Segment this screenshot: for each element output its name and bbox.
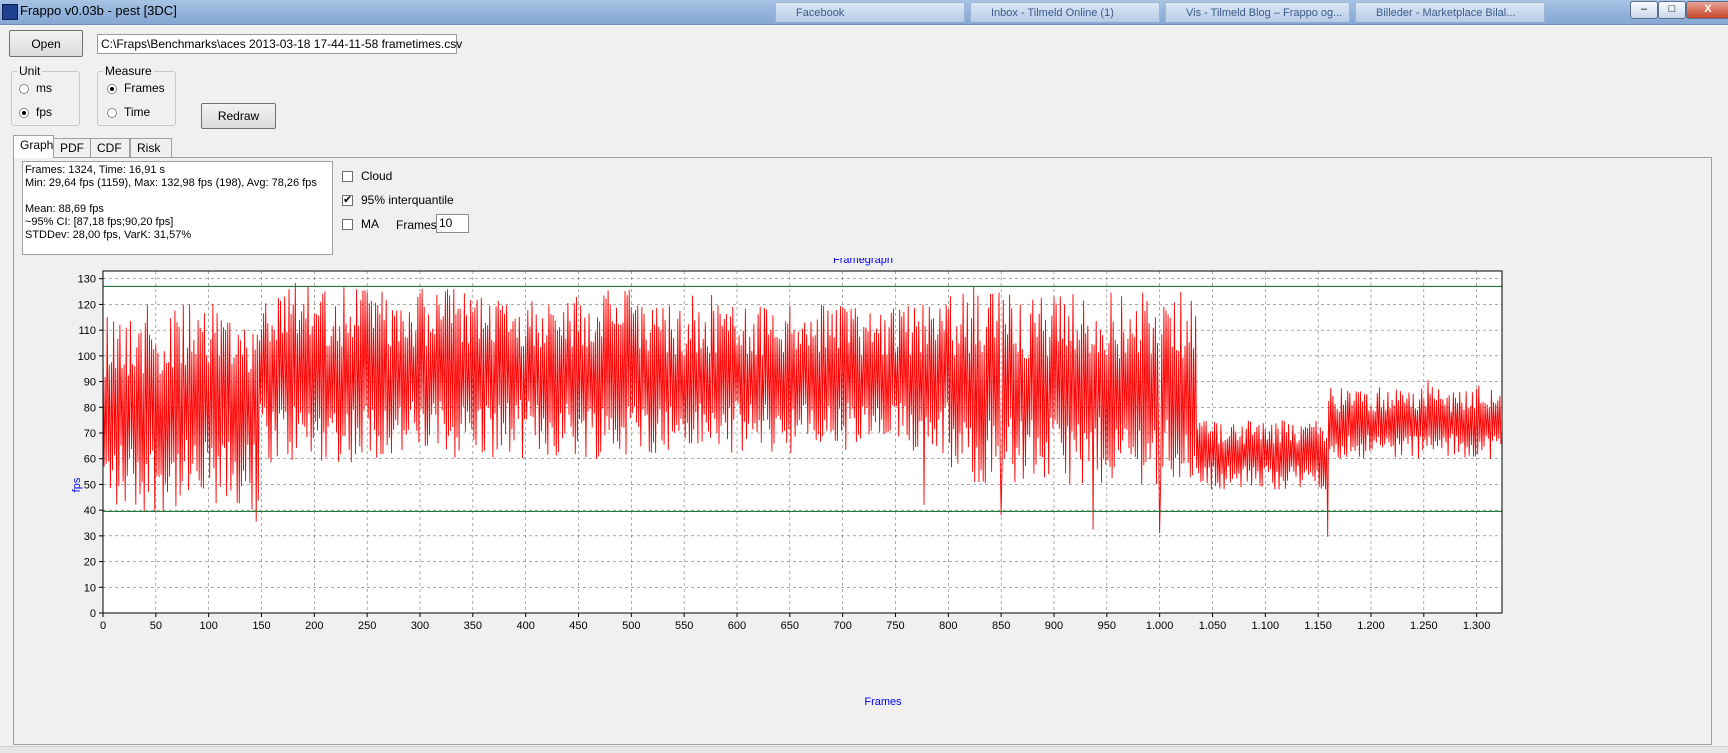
y-tick-label: 10 xyxy=(84,582,96,594)
unit-radio-ms[interactable]: ms xyxy=(19,81,52,95)
frames-label: Frames: xyxy=(396,218,441,232)
unit-fps-radio-icon[interactable] xyxy=(19,108,29,118)
measure-radio-time[interactable]: Time xyxy=(107,105,150,119)
x-tick-label: 650 xyxy=(781,620,799,632)
measure-frames-radio-icon[interactable] xyxy=(107,84,117,94)
background-tab-1[interactable]: Facebook xyxy=(775,2,965,22)
y-tick-label: 90 xyxy=(84,377,96,389)
stats-line-stddev: STDDev: 28,00 fps, VarK: 31,57% xyxy=(25,229,192,241)
x-tick-label: 1.000 xyxy=(1146,620,1174,632)
unit-ms-label: ms xyxy=(36,81,52,95)
background-tab-2[interactable]: Inbox - Tilmeld Online (1) xyxy=(970,2,1160,22)
x-tick-label: 850 xyxy=(992,620,1010,632)
y-tick-label: 120 xyxy=(78,299,96,311)
x-tick-label: 50 xyxy=(150,620,162,632)
x-tick-label: 750 xyxy=(886,620,904,632)
stats-line-mean: Mean: 88,69 fps xyxy=(25,203,104,215)
app-icon xyxy=(2,4,18,20)
tab-pdf[interactable]: PDF xyxy=(53,138,91,157)
y-tick-label: 110 xyxy=(78,325,96,337)
y-axis-label: fps xyxy=(71,477,83,492)
measure-time-radio-icon[interactable] xyxy=(107,108,117,118)
x-tick-label: 150 xyxy=(252,620,270,632)
x-tick-label: 1.100 xyxy=(1252,620,1280,632)
redraw-button[interactable]: Redraw xyxy=(201,103,276,129)
measure-frames-label: Frames xyxy=(124,81,165,95)
cloud-label: Cloud xyxy=(361,169,393,183)
window-title: Frappo v0.03b - pest [3DC] xyxy=(20,3,177,18)
stats-line-frames-time: Frames: 1324, Time: 16,91 s xyxy=(25,164,166,176)
y-tick-label: 30 xyxy=(84,531,96,543)
y-tick-label: 70 xyxy=(84,428,96,440)
x-tick-label: 250 xyxy=(358,620,376,632)
stats-line-ci: ~95% CI: [87,18 fps;90,20 fps] xyxy=(25,216,174,228)
chart-title: Framegraph xyxy=(833,258,893,266)
y-tick-label: 40 xyxy=(84,505,96,517)
ma-checkbox-icon[interactable] xyxy=(342,219,353,230)
cloud-checkbox[interactable]: Cloud xyxy=(342,169,392,183)
unit-radio-fps[interactable]: fps xyxy=(19,105,52,119)
stats-line-min-max-avg: Min: 29,64 fps (1159), Max: 132,98 fps (… xyxy=(25,177,317,189)
x-tick-label: 450 xyxy=(569,620,587,632)
ma-checkbox[interactable]: MA xyxy=(342,217,379,231)
statistics-box: Frames: 1324, Time: 16,91 s Min: 29,64 f… xyxy=(22,161,333,255)
x-tick-label: 800 xyxy=(939,620,957,632)
x-tick-label: 100 xyxy=(199,620,217,632)
title-bar: Frappo v0.03b - pest [3DC] Facebook Inbo… xyxy=(0,0,1728,25)
background-tab-4[interactable]: Billeder - Marketplace Bilal... xyxy=(1355,2,1545,22)
tab-graph[interactable]: Graph xyxy=(13,135,54,158)
unit-ms-radio-icon[interactable] xyxy=(19,84,29,94)
x-tick-label: 600 xyxy=(728,620,746,632)
interquantile-checkbox-icon[interactable] xyxy=(342,193,353,206)
x-tick-label: 500 xyxy=(622,620,640,632)
unit-fps-label: fps xyxy=(36,105,53,119)
x-tick-label: 200 xyxy=(305,620,323,632)
x-tick-label: 950 xyxy=(1098,620,1116,632)
x-tick-label: 1.250 xyxy=(1410,620,1438,632)
minimize-button[interactable]: – xyxy=(1630,1,1658,19)
file-path-field[interactable]: C:\Fraps\Benchmarks\aces 2013-03-18 17-4… xyxy=(97,34,462,54)
x-tick-label: 300 xyxy=(411,620,429,632)
ma-label: MA xyxy=(361,217,379,231)
x-tick-label: 900 xyxy=(1045,620,1063,632)
x-tick-label: 1.200 xyxy=(1357,620,1385,632)
x-tick-label: 700 xyxy=(833,620,851,632)
close-button[interactable]: X xyxy=(1686,1,1728,19)
x-tick-label: 400 xyxy=(516,620,534,632)
open-button[interactable]: Open xyxy=(9,30,83,57)
y-tick-label: 0 xyxy=(90,608,96,620)
x-tick-label: 0 xyxy=(100,620,106,632)
cloud-checkbox-icon[interactable] xyxy=(342,171,353,182)
x-tick-label: 1.150 xyxy=(1304,620,1332,632)
measure-group-title: Measure xyxy=(103,64,154,78)
y-tick-label: 80 xyxy=(84,402,96,414)
x-tick-label: 1.050 xyxy=(1199,620,1227,632)
tab-risk[interactable]: Risk xyxy=(130,138,172,157)
background-tab-3[interactable]: Vis - Tilmeld Blog – Frappo og... xyxy=(1165,2,1350,22)
x-tick-label: 350 xyxy=(464,620,482,632)
interquantile-checkbox[interactable]: 95% interquantile xyxy=(342,193,454,207)
unit-group-title: Unit xyxy=(17,64,43,78)
y-tick-label: 50 xyxy=(84,479,96,491)
maximize-button[interactable]: □ xyxy=(1658,1,1686,19)
x-tick-label: 550 xyxy=(675,620,693,632)
x-tick-label: 1.300 xyxy=(1463,620,1491,632)
measure-radio-frames[interactable]: Frames xyxy=(107,81,165,95)
x-axis-label: Frames xyxy=(864,696,902,708)
interquantile-label: 95% interquantile xyxy=(361,193,454,207)
y-tick-label: 20 xyxy=(84,557,96,569)
y-tick-label: 100 xyxy=(78,351,96,363)
ma-frames-input[interactable]: 10 xyxy=(436,214,469,233)
framegraph-chart: Framegraph Frames fps 0 10 20 30 40 50 60 70 80 9… xyxy=(23,258,1704,739)
measure-time-label: Time xyxy=(124,105,151,119)
y-tick-label: 130 xyxy=(78,274,96,286)
tab-cdf[interactable]: CDF xyxy=(90,138,130,157)
y-tick-label: 60 xyxy=(84,454,96,466)
